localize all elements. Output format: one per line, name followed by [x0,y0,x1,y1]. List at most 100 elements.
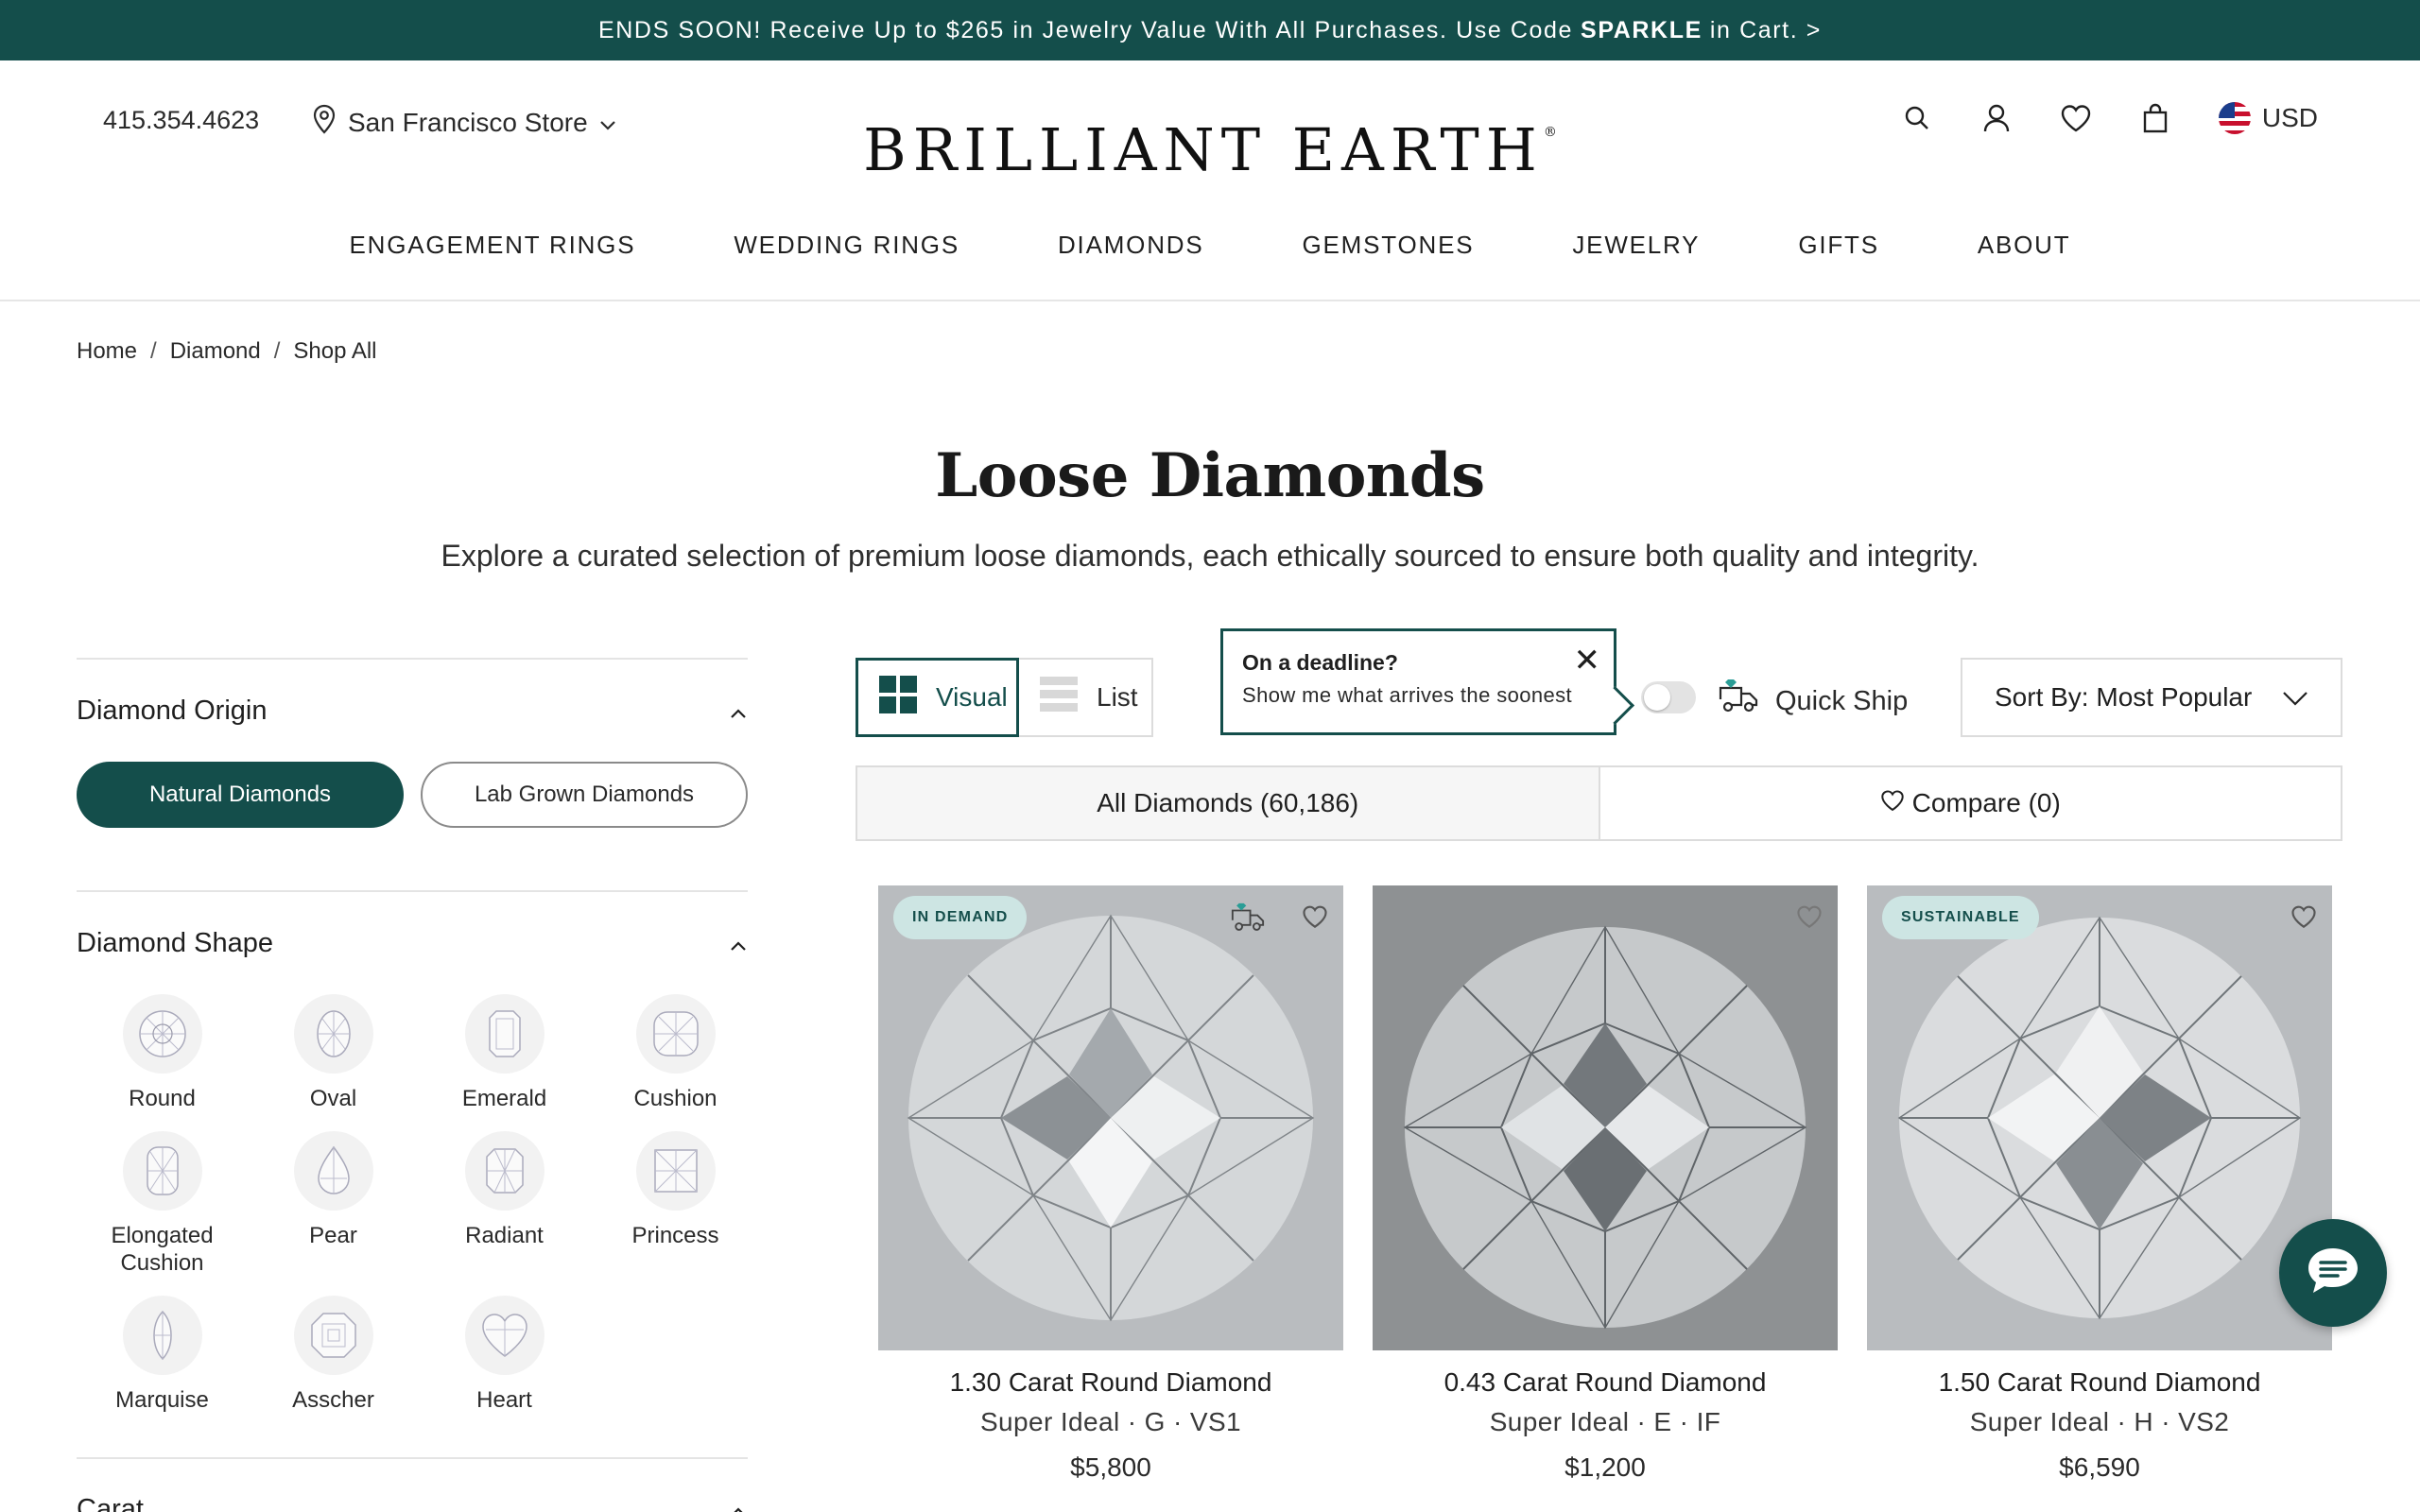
shape-emerald[interactable]: Emerald [419,994,590,1112]
quick-ship-label-group: Quick Ship [1717,679,1908,724]
promo-banner[interactable]: ENDS SOON! Receive Up to $265 in Jewelry… [0,0,2420,60]
nav-wedding-rings[interactable]: WEDDING RINGS [734,231,959,260]
shape-heart[interactable]: Heart [419,1296,590,1414]
filter-origin-header[interactable]: Diamond Origin [77,660,748,762]
close-icon[interactable]: ✕ [1574,644,1601,677]
breadcrumb-diamond[interactable]: Diamond [170,338,261,365]
filter-carat-header[interactable]: Carat [77,1459,748,1512]
product-image[interactable]: IN DEMAND [878,885,1343,1350]
round-diamond-icon [122,994,202,1074]
product-image[interactable]: SUSTAINABLE [1867,885,2332,1350]
chat-bubble-icon [2305,1245,2361,1302]
nav-about[interactable]: ABOUT [1978,231,2071,260]
shape-label: Emerald [461,1086,547,1111]
filter-shape: Diamond Shape Round Oval Emerald Cushion [77,890,748,1457]
shape-marquise[interactable]: Marquise [77,1296,248,1414]
marquise-diamond-icon [122,1296,202,1375]
shape-elongated-cushion[interactable]: Elongated Cushion [77,1131,248,1277]
tab-compare[interactable]: Compare (0) [1600,767,2342,839]
chevron-up-icon [729,928,748,959]
list-view-label: List [1097,682,1138,712]
nav-gifts[interactable]: GIFTS [1798,231,1879,260]
filter-carat: Carat [77,1457,748,1512]
chevron-down-icon [2282,682,2308,713]
promo-code: SPARKLE [1581,16,1703,43]
shape-label: Round [129,1086,196,1111]
product-price: $6,590 [2059,1452,2140,1482]
chat-button[interactable] [2279,1219,2387,1327]
filter-shape-title: Diamond Shape [77,927,273,958]
shape-round[interactable]: Round [77,994,248,1112]
shape-asscher[interactable]: Asscher [248,1296,419,1414]
product-image[interactable] [1373,885,1838,1350]
page-title: Loose Diamonds [935,440,1485,511]
product-card[interactable]: IN DEMAND 1.30 Carat Round Diamond Super… [878,885,1343,1483]
breadcrumb-home[interactable]: Home [77,338,137,365]
breadcrumb: Home / Diamond / Shop All [77,338,377,365]
filter-origin: Diamond Origin Natural Diamonds Lab Grow… [77,658,748,890]
sustainable-badge: SUSTAINABLE [1882,896,2039,939]
filter-carat-title: Carat [77,1494,144,1512]
lab-grown-diamonds-button[interactable]: Lab Grown Diamonds [421,762,748,828]
favorite-heart-icon[interactable] [1302,904,1328,934]
promo-text-end: in Cart. > [1709,16,1822,43]
account-icon[interactable] [1980,102,2013,134]
filter-origin-title: Diamond Origin [77,695,268,726]
page-subtitle: Explore a curated selection of premium l… [441,539,1979,573]
list-icon [1040,676,1078,720]
oval-diamond-icon [293,994,373,1074]
registered-mark: ® [1543,125,1557,140]
asscher-diamond-icon [293,1296,373,1375]
product-spec: Super Ideal · G · VS1 [979,1407,1242,1436]
shape-oval[interactable]: Oval [248,994,419,1112]
deadline-tooltip: On a deadline? Show me what arrives the … [1220,628,1616,735]
filter-shape-header[interactable]: Diamond Shape [77,892,748,994]
shape-cushion[interactable]: Cushion [590,994,761,1112]
nav-engagement-rings[interactable]: ENGAGEMENT RINGS [350,231,636,260]
search-icon[interactable] [1901,102,1933,134]
shape-label: Marquise [115,1387,209,1413]
shape-radiant[interactable]: Radiant [419,1131,590,1277]
quick-ship-toggle[interactable] [1641,681,1696,713]
us-flag-icon [2218,102,2251,134]
shape-label: Heart [476,1387,532,1413]
currency-selector[interactable]: USD [2218,102,2318,134]
currency-label: USD [2261,103,2318,132]
nav-gemstones[interactable]: GEMSTONES [1303,231,1475,260]
main-nav: ENGAGEMENT RINGS WEDDING RINGS DIAMONDS … [0,231,2420,260]
nav-jewelry[interactable]: JEWELRY [1572,231,1700,260]
product-name[interactable]: 0.43 Carat Round Diamond [1373,1367,1838,1398]
cushion-diamond-icon [635,994,716,1074]
diamond-image [878,885,1343,1350]
shape-label: Radiant [465,1223,544,1248]
header-utilities: USD [1901,102,2318,134]
favorite-heart-icon[interactable] [2290,904,2317,934]
heart-outline-icon [1880,788,1905,818]
heart-diamond-icon [464,1296,544,1375]
visual-view-button[interactable]: Visual [856,658,1019,737]
compare-label: Compare (0) [1911,788,2061,817]
sort-dropdown[interactable]: Sort By: Most Popular [1961,658,2342,737]
nav-diamonds[interactable]: DIAMONDS [1058,231,1204,260]
shape-princess[interactable]: Princess [590,1131,761,1277]
tab-all-diamonds[interactable]: All Diamonds (60,186) [857,767,1600,839]
breadcrumb-separator: / [150,338,157,364]
natural-diamonds-button[interactable]: Natural Diamonds [77,762,404,828]
sort-label: Sort By: Most Popular [1995,682,2253,712]
favorite-heart-icon[interactable] [1796,904,1823,934]
product-card[interactable]: 0.43 Carat Round Diamond Super Ideal · E… [1373,885,1838,1483]
list-view-button[interactable]: List [1019,658,1153,737]
product-spec: Super Ideal · H · VS2 [1969,1407,2230,1436]
shape-label: Pear [309,1223,357,1248]
product-card[interactable]: SUSTAINABLE 1.50 Carat Round Diamond Sup… [1867,885,2332,1483]
shape-label: Oval [309,1086,357,1111]
breadcrumb-current[interactable]: Shop All [293,338,376,365]
result-tabs: All Diamonds (60,186) Compare (0) [856,765,2342,841]
wishlist-heart-icon[interactable] [2060,102,2092,134]
shopping-bag-icon[interactable] [2139,102,2171,134]
product-name[interactable]: 1.50 Carat Round Diamond [1867,1367,2332,1398]
tooltip-body: Show me what arrives the soonest [1242,683,1573,707]
shape-pear[interactable]: Pear [248,1131,419,1277]
shape-label: Cushion [633,1086,717,1111]
product-name[interactable]: 1.30 Carat Round Diamond [878,1367,1343,1398]
